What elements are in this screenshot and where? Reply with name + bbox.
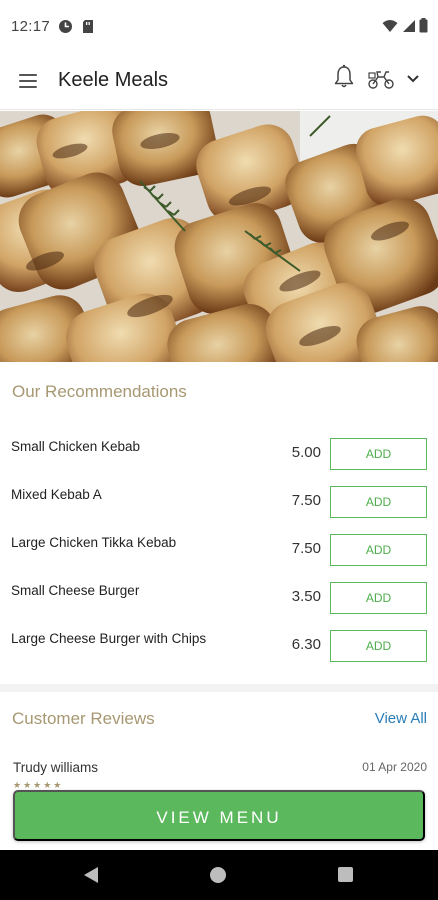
app-bar: Keele Meals: [0, 52, 438, 110]
reviews-title: Customer Reviews: [12, 709, 155, 728]
add-button[interactable]: ADD: [330, 486, 427, 518]
kebab-photo-illustration: [0, 111, 438, 362]
status-time: 12:17: [11, 18, 51, 35]
recommendations-title: Our Recommendations: [12, 382, 187, 401]
back-icon[interactable]: [83, 866, 99, 884]
item-name: Mixed Kebab A: [11, 487, 102, 502]
add-button[interactable]: ADD: [330, 534, 427, 566]
item-price: 5.00: [291, 444, 321, 461]
status-icons-left: [58, 19, 94, 34]
battery-icon: [419, 18, 428, 33]
item-name: Small Chicken Kebab: [11, 439, 141, 454]
add-button[interactable]: ADD: [330, 438, 427, 470]
item-price: 3.50: [291, 588, 321, 605]
home-icon[interactable]: [210, 867, 226, 883]
item-name: Small Cheese Burger: [11, 583, 140, 598]
sd-card-icon: [83, 20, 93, 33]
item-name: Large Chicken Tikka Kebab: [11, 535, 177, 550]
list-item: Large Cheese Burger with Chips 6.30 ADD: [0, 622, 438, 670]
section-divider: [0, 684, 438, 692]
item-name: Large Cheese Burger with Chips: [11, 631, 207, 646]
status-bar: 12:17: [0, 0, 438, 52]
view-all-link[interactable]: View All: [375, 710, 427, 727]
add-button[interactable]: ADD: [330, 582, 427, 614]
item-price: 7.50: [291, 540, 321, 557]
chevron-down-icon[interactable]: [406, 74, 420, 84]
data-saver-icon: [59, 20, 72, 33]
view-menu-button[interactable]: VIEW MENU: [13, 790, 425, 841]
list-item: Small Chicken Kebab 5.00 ADD: [0, 430, 438, 478]
signal-icon: [403, 19, 415, 32]
item-price: 6.30: [291, 636, 321, 653]
list-item: Small Cheese Burger 3.50 ADD: [0, 574, 438, 622]
list-item: Mixed Kebab A 7.50 ADD: [0, 478, 438, 526]
item-price: 7.50: [291, 492, 321, 509]
recommendations-list: Small Chicken Kebab 5.00 ADD Mixed Kebab…: [0, 430, 438, 670]
app-title: Keele Meals: [58, 69, 169, 91]
reviewer-name: Trudy williams: [13, 760, 99, 775]
system-nav-bar: [0, 850, 438, 900]
menu-icon[interactable]: [19, 74, 37, 88]
bell-icon[interactable]: [333, 64, 355, 90]
delivery-scooter-icon[interactable]: [366, 68, 396, 90]
add-button[interactable]: ADD: [330, 630, 427, 662]
status-icons-right: [382, 18, 428, 33]
hero-food-image: [0, 111, 438, 362]
recents-icon[interactable]: [338, 867, 353, 882]
wifi-icon: [382, 19, 398, 32]
review-date: 01 Apr 2020: [362, 760, 427, 774]
list-item: Large Chicken Tikka Kebab 7.50 ADD: [0, 526, 438, 574]
